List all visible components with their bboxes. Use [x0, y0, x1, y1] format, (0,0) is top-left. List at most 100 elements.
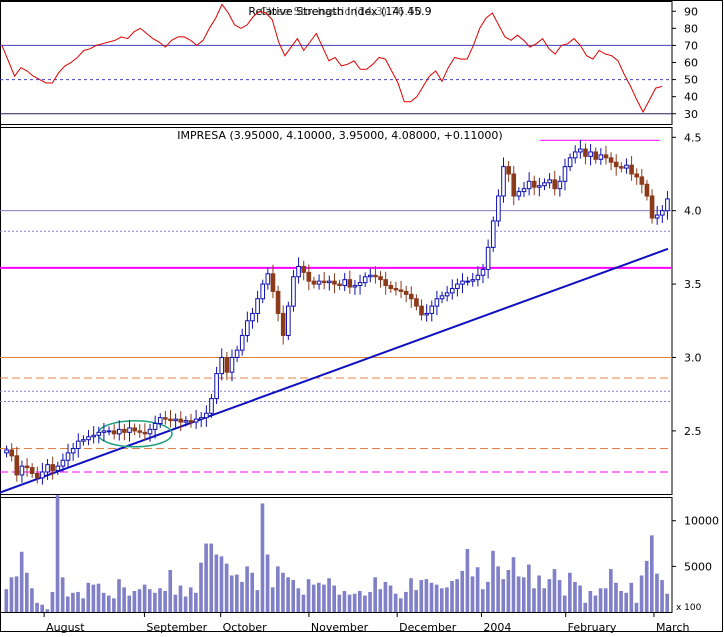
candle-body — [142, 431, 148, 435]
candle-body — [424, 312, 429, 316]
y-tick-label: 10000 — [684, 515, 719, 528]
candle-body — [116, 428, 122, 435]
candle-body — [24, 465, 30, 469]
candle-body — [86, 436, 91, 441]
volume-bar — [342, 591, 347, 612]
candle-body — [229, 356, 235, 373]
volume-bar — [153, 592, 157, 612]
volume-bar — [142, 584, 147, 612]
volume-bar — [112, 598, 116, 612]
x-tick-label: March — [656, 621, 690, 633]
candle-body — [178, 418, 184, 423]
volume-bar — [127, 595, 132, 612]
candle-body — [250, 312, 255, 322]
volume-bar — [450, 580, 454, 612]
candle-body — [537, 185, 542, 188]
volume-bar — [368, 591, 372, 612]
volume-bar — [547, 579, 552, 612]
volume-bar — [291, 580, 296, 612]
x-tick-label: December — [399, 621, 457, 633]
stock-chart: Relative Strength Index (14) 45.9 Close … — [0, 0, 724, 634]
candle-body — [388, 285, 394, 289]
candle-body — [516, 191, 522, 197]
candle-body — [414, 298, 419, 307]
candle-body — [408, 293, 414, 300]
volume-bar — [516, 576, 521, 612]
volume-bar — [588, 591, 593, 612]
x-tick-label: November — [311, 621, 369, 633]
candle-body — [101, 430, 107, 433]
volume-bar — [86, 582, 91, 612]
candle-body — [40, 471, 45, 479]
volume-bar — [429, 582, 434, 612]
volume-bar — [398, 598, 403, 612]
candle-body — [173, 418, 178, 422]
volume-bar — [322, 584, 326, 612]
candle-body — [583, 148, 588, 157]
candle-body — [547, 179, 552, 184]
candle-body — [193, 418, 199, 423]
candle-body — [55, 465, 61, 472]
volume-bar — [475, 567, 480, 612]
candle-body — [198, 417, 204, 420]
candle-body — [214, 373, 219, 400]
volume-bar — [357, 591, 362, 612]
volume-bar — [363, 595, 367, 612]
candle-body — [470, 279, 476, 282]
candle-body — [337, 283, 342, 287]
candle-body — [521, 188, 527, 193]
candle-body — [122, 428, 127, 433]
candle-body — [588, 151, 593, 157]
volume-bar — [317, 582, 321, 612]
candle-body — [219, 356, 225, 375]
volume-bar — [132, 591, 137, 612]
y-tick-label: 3.0 — [684, 351, 702, 364]
candle-body — [593, 151, 599, 160]
candle-body — [578, 148, 583, 153]
candle-body — [60, 459, 66, 467]
candle-body — [332, 280, 337, 285]
volume-bar — [419, 580, 424, 612]
candle-body — [4, 449, 9, 454]
volume-bar — [414, 590, 418, 612]
volume-bar — [460, 570, 465, 612]
volume-bar — [286, 577, 290, 612]
y-tick-label: 60 — [684, 57, 698, 70]
volume-bar — [583, 602, 588, 612]
y-tick-label: 5000 — [684, 560, 712, 573]
volume-bar — [81, 598, 85, 612]
candle-body — [70, 447, 76, 454]
candle-body — [644, 183, 650, 197]
volume-bar — [91, 584, 96, 612]
volume-bar — [311, 584, 316, 612]
candle-body — [81, 439, 86, 442]
volume-bar — [598, 588, 603, 612]
candle-body — [455, 283, 460, 289]
volume-bar — [137, 589, 142, 612]
candle-body — [316, 280, 322, 285]
candle-body — [286, 305, 291, 336]
candle-body — [490, 220, 496, 248]
volume-bar — [188, 587, 193, 612]
volume-bar — [224, 563, 229, 612]
volume-bar — [76, 591, 80, 612]
volume-bar — [537, 575, 541, 612]
candle-body — [444, 292, 450, 297]
volume-bar — [65, 596, 70, 612]
volume-bar — [409, 578, 413, 612]
candle-body — [373, 274, 378, 278]
candle-body — [660, 210, 665, 216]
volume-bar — [229, 575, 234, 612]
candle-body — [634, 173, 640, 178]
y-tick-label: 4.5 — [684, 131, 702, 144]
volume-bar — [629, 582, 634, 612]
volume-bar — [178, 585, 183, 612]
volume-bar — [158, 588, 162, 612]
candle-body — [75, 440, 81, 449]
stochastic-title: Close Stochastic (14,3) 76.50 — [260, 5, 422, 18]
candle-body — [234, 349, 240, 358]
volume-bar — [655, 573, 659, 612]
candle-body — [50, 464, 55, 472]
volume-bar — [183, 596, 188, 612]
volume-multiplier-label: x 100 — [676, 603, 702, 613]
